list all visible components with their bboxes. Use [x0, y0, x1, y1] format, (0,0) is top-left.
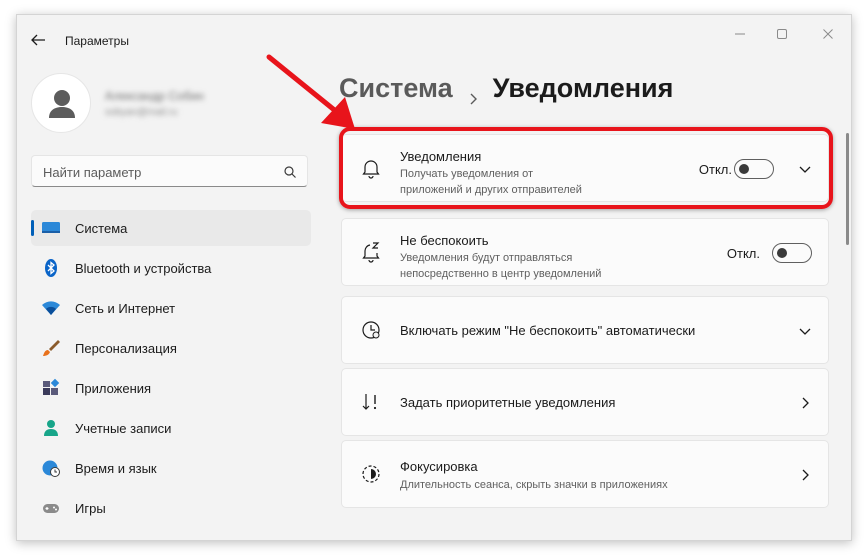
do-not-disturb-card[interactable]: Не беспокоить Уведомления будут отправля… [341, 218, 829, 286]
chevron-down-icon[interactable] [798, 324, 812, 338]
sidebar-item-apps[interactable]: Приложения [31, 370, 311, 406]
sidebar-item-system[interactable]: Система [31, 210, 311, 246]
search-icon[interactable] [283, 165, 297, 179]
profile-name: Александр Собин [105, 89, 204, 103]
close-icon[interactable] [813, 23, 843, 45]
chevron-right-icon[interactable] [798, 468, 812, 482]
title-bar: Параметры [17, 15, 851, 55]
avatar [31, 73, 91, 133]
sidebar-item-label: Сеть и Интернет [75, 300, 176, 316]
auto-dnd-card[interactable]: Включать режим "Не беспокоить" автоматич… [341, 296, 829, 364]
annotation-arrow [257, 51, 367, 141]
clock-icon [360, 319, 382, 341]
display-icon [41, 218, 61, 238]
dnd-toggle[interactable] [772, 243, 812, 263]
sidebar-nav: Система Bluetooth и устройства Сеть и Ин… [31, 210, 311, 530]
focus-desc: Длительность сеанса, скрыть значки в при… [400, 479, 668, 491]
brush-icon [41, 338, 61, 358]
dnd-desc-line1: Уведомления будут отправляться [400, 252, 573, 264]
page-title: Уведомления [492, 73, 674, 103]
sidebar-item-label: Bluetooth и устройства [75, 260, 212, 276]
focus-title: Фокусировка [400, 459, 478, 474]
auto-dnd-title: Включать режим "Не беспокоить" автоматич… [400, 323, 696, 338]
globe-clock-icon [41, 458, 61, 478]
sidebar-item-label: Игры [75, 500, 106, 516]
priority-notifications-card[interactable]: Задать приоритетные уведомления [341, 368, 829, 436]
dnd-desc-line2: непосредственно в центр уведомлений [400, 268, 602, 280]
search-input[interactable]: Найти параметр [31, 155, 308, 187]
sidebar-item-label: Персонализация [75, 340, 177, 356]
sidebar-item-label: Учетные записи [75, 420, 172, 436]
person-icon [41, 418, 61, 438]
priority-title: Задать приоритетные уведомления [400, 395, 616, 410]
back-arrow-icon[interactable] [27, 29, 49, 51]
sort-alert-icon [360, 391, 382, 413]
settings-window: Параметры Александр Собин sobyan@mail.ru… [16, 14, 852, 541]
search-placeholder: Найти параметр [43, 165, 142, 180]
bluetooth-icon [41, 258, 61, 278]
profile-email: sobyan@mail.ru [105, 107, 178, 118]
chevron-right-icon [467, 82, 479, 104]
sidebar-item-bluetooth[interactable]: Bluetooth и устройства [31, 250, 311, 286]
focus-card[interactable]: Фокусировка Длительность сеанса, скрыть … [341, 440, 829, 508]
chevron-right-icon[interactable] [798, 396, 812, 410]
sidebar-item-label: Система [75, 220, 128, 236]
app-title: Параметры [65, 34, 129, 48]
bell-snooze-icon [360, 241, 382, 263]
scrollbar[interactable] [846, 133, 849, 245]
wifi-icon [41, 298, 61, 318]
dnd-status: Откл. [726, 246, 760, 261]
sidebar-item-network[interactable]: Сеть и Интернет [31, 290, 311, 326]
breadcrumb: Система Уведомления [339, 73, 673, 104]
maximize-icon[interactable] [767, 23, 797, 45]
minimize-icon[interactable] [725, 23, 755, 45]
sidebar-item-gaming[interactable]: Игры [31, 490, 311, 526]
toggle-knob [777, 248, 787, 258]
apps-icon [41, 378, 61, 398]
sidebar-item-label: Время и язык [75, 460, 157, 476]
sidebar-item-personalization[interactable]: Персонализация [31, 330, 311, 366]
annotation-highlight-box [339, 127, 833, 209]
sidebar-item-time-language[interactable]: Время и язык [31, 450, 311, 486]
focus-icon [360, 463, 382, 485]
sidebar-item-accounts[interactable]: Учетные записи [31, 410, 311, 446]
dnd-desc: Уведомления будут отправляться непосредс… [400, 250, 660, 282]
dnd-title: Не беспокоить [400, 233, 489, 248]
gamepad-icon [41, 498, 61, 518]
sidebar-item-label: Приложения [75, 380, 152, 396]
